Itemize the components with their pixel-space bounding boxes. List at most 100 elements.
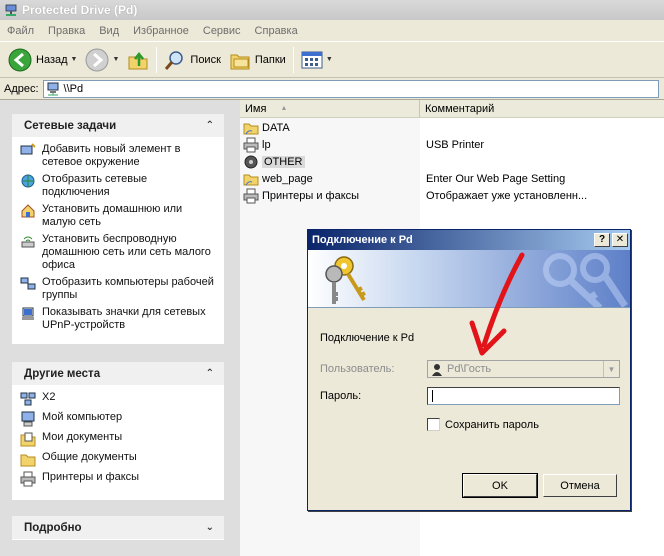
search-button[interactable]: Поиск	[160, 45, 224, 75]
menu-help[interactable]: Справка	[248, 25, 305, 37]
back-arrow-icon	[8, 48, 32, 71]
collapse-chevron-icon[interactable]: ⌃	[206, 368, 214, 379]
my-computer-icon	[21, 411, 35, 427]
my-documents-icon	[20, 432, 36, 447]
text-caret	[432, 390, 433, 402]
network-connections-icon	[21, 174, 35, 188]
task-pane: Сетевые задачи ⌃ Добавить новый элемент …	[0, 100, 240, 556]
file-name: OTHER	[262, 155, 305, 168]
address-value: \\Pd	[63, 82, 84, 95]
task-show-connections[interactable]: Отобразить сетевые подключения	[20, 173, 216, 199]
file-comment: USB Printer	[426, 138, 485, 151]
network-workgroup-icon	[20, 392, 36, 406]
shared-printer-icon	[243, 137, 259, 152]
network-drive-icon	[5, 4, 17, 16]
column-headers: Имя ▲ Комментарий	[240, 100, 664, 118]
task-setup-home-network[interactable]: Установить домашнюю или малую сеть	[20, 203, 216, 229]
other-places-header[interactable]: Другие места ⌃	[12, 362, 224, 385]
file-name: lp	[262, 138, 271, 151]
shared-folder-icon	[243, 123, 259, 134]
toolbar: Назад ▼ ▼ Поиск Папки ▼	[0, 42, 664, 78]
file-name: Принтеры и факсы	[262, 189, 360, 202]
file-row-web-page[interactable]: web_page Enter Our Web Page Setting	[240, 170, 664, 187]
back-button[interactable]: Назад ▼	[4, 45, 81, 75]
details-title: Подробно	[24, 521, 82, 534]
forward-button[interactable]: ▼	[81, 45, 123, 75]
connect-dialog: Подключение к Pd ? ✕ Подключение к Pd По…	[307, 229, 631, 511]
file-name: DATA	[262, 121, 290, 134]
place-shared-documents[interactable]: Общие документы	[20, 451, 216, 467]
folders-label: Папки	[254, 53, 286, 66]
chevron-down-icon[interactable]: ▼	[71, 56, 78, 63]
address-label: Адрес:	[4, 82, 39, 95]
views-button[interactable]: ▼	[297, 45, 337, 75]
task-setup-wireless[interactable]: Установить беспроводную домашнюю сеть ил…	[20, 233, 216, 272]
network-computer-icon	[47, 82, 59, 95]
workgroup-computers-icon	[20, 277, 36, 290]
user-combobox[interactable]: Pd\Гость ▼	[427, 360, 620, 378]
toolbar-separator	[156, 46, 158, 73]
views-icon	[301, 51, 323, 68]
menu-bar: Файл Правка Вид Избранное Сервис Справка	[0, 20, 664, 42]
chevron-down-icon[interactable]: ▼	[112, 56, 119, 63]
task-show-upnp[interactable]: Показывать значки для сетевых UPnP-устро…	[20, 306, 216, 332]
place-printers[interactable]: Принтеры и факсы	[20, 471, 216, 487]
dialog-title-bar: Подключение к Pd ? ✕	[308, 230, 630, 250]
menu-edit[interactable]: Правка	[41, 25, 92, 37]
printer-icon	[20, 471, 36, 487]
menu-tools[interactable]: Сервис	[196, 25, 248, 37]
other-places-title: Другие места	[24, 367, 101, 380]
password-label: Пароль:	[320, 390, 362, 402]
checkbox-box[interactable]	[427, 418, 440, 431]
save-password-label: Сохранить пароль	[445, 418, 539, 431]
menu-view[interactable]: Вид	[92, 25, 126, 37]
menu-favorites[interactable]: Избранное	[126, 25, 196, 37]
user-icon	[432, 363, 442, 376]
place-my-computer[interactable]: Мой компьютер	[20, 411, 216, 427]
file-row-lp[interactable]: lp USB Printer	[240, 136, 664, 153]
place-x2[interactable]: X2	[20, 391, 216, 407]
file-comment: Enter Our Web Page Setting	[426, 172, 566, 185]
user-label: Пользователь:	[320, 363, 395, 375]
password-field[interactable]	[427, 387, 620, 405]
add-network-place-icon	[20, 143, 36, 155]
printers-faxes-icon	[243, 188, 259, 203]
ok-button[interactable]: OK	[462, 473, 538, 498]
expand-chevron-icon[interactable]: ⌄	[206, 522, 214, 533]
home-network-icon	[21, 204, 35, 218]
network-tasks-title: Сетевые задачи	[24, 119, 117, 132]
save-password-checkbox[interactable]: Сохранить пароль	[427, 418, 539, 431]
file-row-printers[interactable]: Принтеры и факсы Отображает уже установл…	[240, 187, 664, 204]
menu-file[interactable]: Файл	[0, 25, 41, 37]
file-comment: Отображает уже установленн...	[426, 189, 588, 202]
up-folder-button[interactable]	[123, 45, 153, 75]
toolbar-separator	[292, 46, 294, 73]
shared-folder-icon	[20, 454, 36, 467]
cancel-button[interactable]: Отмена	[543, 474, 617, 497]
chevron-down-icon[interactable]: ▼	[603, 361, 619, 377]
column-comment-header[interactable]: Комментарий	[420, 100, 664, 117]
keys-icon	[325, 256, 366, 304]
address-input[interactable]: \\Pd	[42, 79, 659, 98]
task-show-workgroup[interactable]: Отобразить компьютеры рабочей группы	[20, 276, 216, 302]
help-button[interactable]: ?	[594, 233, 610, 247]
chevron-down-icon[interactable]: ▼	[326, 56, 333, 63]
details-header[interactable]: Подробно ⌄	[12, 516, 224, 539]
dialog-banner	[308, 250, 630, 308]
place-my-documents[interactable]: Мои документы	[20, 431, 216, 447]
file-row-other[interactable]: OTHER	[240, 153, 664, 170]
folders-icon	[230, 54, 250, 69]
keys-watermark-icon	[543, 253, 628, 307]
shared-folder-icon	[243, 174, 259, 185]
column-name-header[interactable]: Имя ▲	[240, 100, 420, 117]
back-label: Назад	[36, 53, 68, 66]
window-title: Protected Drive (Pd)	[22, 3, 138, 17]
task-add-network-place[interactable]: Добавить новый элемент в сетевое окружен…	[20, 143, 216, 169]
user-value: Pd\Гость	[447, 363, 492, 375]
close-button[interactable]: ✕	[612, 233, 628, 247]
network-tasks-header[interactable]: Сетевые задачи ⌃	[12, 114, 224, 137]
collapse-chevron-icon[interactable]: ⌃	[206, 120, 214, 131]
title-bar: Protected Drive (Pd)	[0, 0, 664, 20]
file-row-data[interactable]: DATA	[240, 119, 664, 136]
folders-button[interactable]: Папки	[225, 45, 290, 75]
